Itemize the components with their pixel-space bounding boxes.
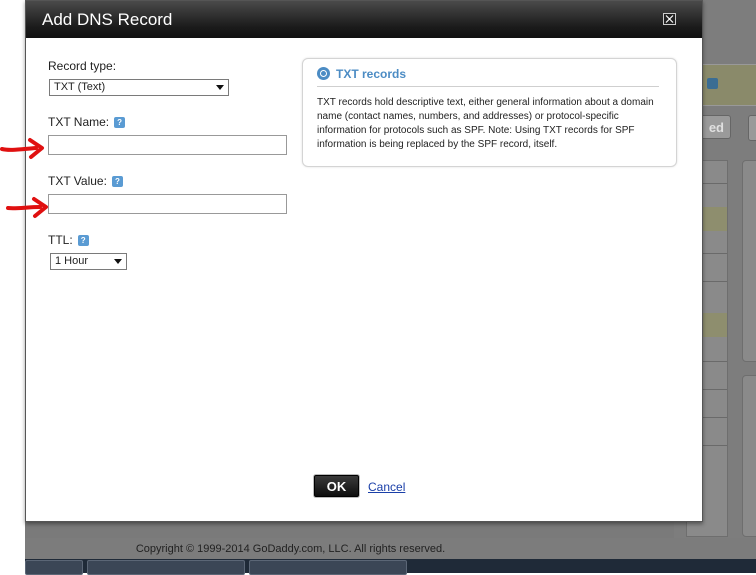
info-box-title: TXT records: [317, 67, 406, 81]
info-box-divider: [317, 86, 659, 87]
chevron-down-icon: [216, 85, 224, 90]
help-icon[interactable]: ?: [114, 117, 126, 128]
annotation-arrow-icon: [6, 197, 48, 218]
ttl-label-text: TTL:: [48, 233, 73, 247]
background-side-box: [742, 160, 756, 362]
txt-name-label-text: TXT Name:: [48, 115, 110, 129]
record-type-selected: TXT (Text): [54, 81, 106, 93]
txt-name-label: TXT Name:?: [48, 115, 126, 129]
dialog-title: Add DNS Record: [26, 1, 702, 38]
ttl-selected: 1 Hour: [55, 255, 89, 267]
background-side-box-2: [742, 375, 756, 537]
info-box-title-text: TXT records: [336, 67, 407, 81]
txt-value-input[interactable]: [48, 194, 287, 214]
record-type-select[interactable]: TXT (Text): [49, 79, 229, 96]
background-button-2: [748, 115, 756, 141]
info-icon: [317, 67, 330, 80]
taskbar: [25, 559, 756, 575]
ok-button[interactable]: OK: [314, 475, 359, 497]
page-footer: Copyright © 1999-2014 GoDaddy.com, LLC. …: [25, 538, 756, 560]
close-icon[interactable]: [663, 13, 676, 25]
background-help-icon: [707, 78, 718, 89]
cancel-link[interactable]: Cancel: [368, 480, 405, 494]
txt-name-input[interactable]: [48, 135, 287, 155]
ttl-label: TTL:?: [48, 233, 89, 247]
chevron-down-icon: [114, 259, 122, 264]
txt-value-label-text: TXT Value:: [48, 174, 107, 188]
ttl-select[interactable]: 1 Hour: [50, 253, 127, 270]
txt-records-info-box: TXT records TXT records hold descriptive…: [302, 58, 677, 167]
txt-value-label: TXT Value:?: [48, 174, 123, 188]
dialog-body: Record type: TXT (Text) TXT Name:? TXT V…: [26, 38, 702, 518]
help-icon[interactable]: ?: [111, 176, 123, 187]
copyright-text: Copyright © 1999-2014 GoDaddy.com, LLC. …: [135, 543, 446, 555]
record-type-label: Record type:: [48, 59, 117, 73]
help-icon[interactable]: ?: [77, 235, 89, 246]
info-box-text: TXT records hold descriptive text, eithe…: [317, 97, 654, 150]
annotation-arrow-icon: [0, 138, 44, 159]
add-dns-record-dialog: Add DNS Record Record type: TXT (Text) T…: [25, 0, 703, 522]
